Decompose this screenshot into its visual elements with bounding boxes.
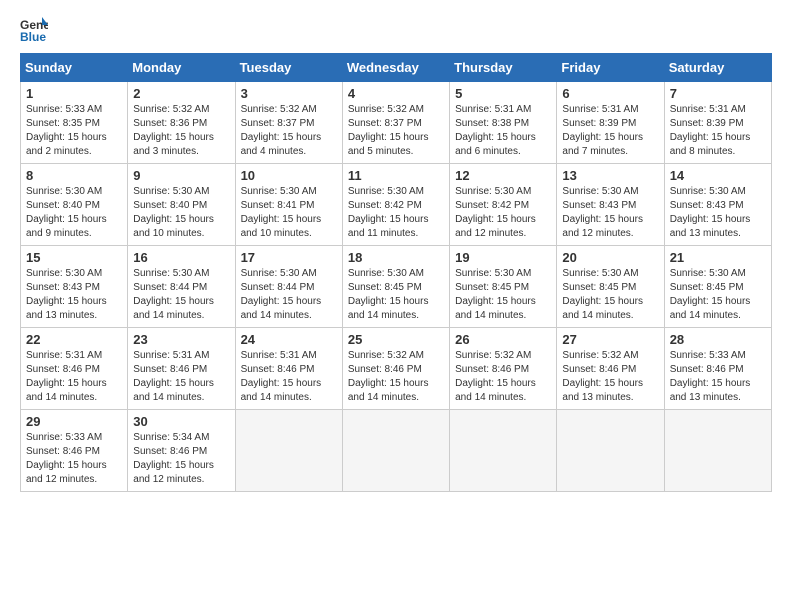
week-row-4: 29Sunrise: 5:33 AMSunset: 8:46 PMDayligh…	[21, 410, 772, 492]
logo-icon: General Blue	[20, 15, 48, 43]
table-row: 16Sunrise: 5:30 AMSunset: 8:44 PMDayligh…	[128, 246, 235, 328]
table-row: 18Sunrise: 5:30 AMSunset: 8:45 PMDayligh…	[342, 246, 449, 328]
table-row: 26Sunrise: 5:32 AMSunset: 8:46 PMDayligh…	[450, 328, 557, 410]
table-row: 23Sunrise: 5:31 AMSunset: 8:46 PMDayligh…	[128, 328, 235, 410]
table-row: 13Sunrise: 5:30 AMSunset: 8:43 PMDayligh…	[557, 164, 664, 246]
table-row: 4Sunrise: 5:32 AMSunset: 8:37 PMDaylight…	[342, 82, 449, 164]
table-row	[664, 410, 771, 492]
svg-text:Blue: Blue	[20, 30, 46, 43]
table-row: 3Sunrise: 5:32 AMSunset: 8:37 PMDaylight…	[235, 82, 342, 164]
table-row: 11Sunrise: 5:30 AMSunset: 8:42 PMDayligh…	[342, 164, 449, 246]
calendar-table: Sunday Monday Tuesday Wednesday Thursday…	[20, 53, 772, 492]
col-monday: Monday	[128, 54, 235, 82]
table-row	[235, 410, 342, 492]
table-row: 14Sunrise: 5:30 AMSunset: 8:43 PMDayligh…	[664, 164, 771, 246]
col-saturday: Saturday	[664, 54, 771, 82]
table-row: 27Sunrise: 5:32 AMSunset: 8:46 PMDayligh…	[557, 328, 664, 410]
table-row: 21Sunrise: 5:30 AMSunset: 8:45 PMDayligh…	[664, 246, 771, 328]
col-wednesday: Wednesday	[342, 54, 449, 82]
table-row: 30Sunrise: 5:34 AMSunset: 8:46 PMDayligh…	[128, 410, 235, 492]
table-row	[557, 410, 664, 492]
table-row: 8Sunrise: 5:30 AMSunset: 8:40 PMDaylight…	[21, 164, 128, 246]
table-row: 7Sunrise: 5:31 AMSunset: 8:39 PMDaylight…	[664, 82, 771, 164]
table-row: 29Sunrise: 5:33 AMSunset: 8:46 PMDayligh…	[21, 410, 128, 492]
week-row-1: 8Sunrise: 5:30 AMSunset: 8:40 PMDaylight…	[21, 164, 772, 246]
table-row: 2Sunrise: 5:32 AMSunset: 8:36 PMDaylight…	[128, 82, 235, 164]
table-row: 12Sunrise: 5:30 AMSunset: 8:42 PMDayligh…	[450, 164, 557, 246]
table-row	[342, 410, 449, 492]
table-row: 19Sunrise: 5:30 AMSunset: 8:45 PMDayligh…	[450, 246, 557, 328]
table-row: 5Sunrise: 5:31 AMSunset: 8:38 PMDaylight…	[450, 82, 557, 164]
col-thursday: Thursday	[450, 54, 557, 82]
table-row: 17Sunrise: 5:30 AMSunset: 8:44 PMDayligh…	[235, 246, 342, 328]
table-row: 10Sunrise: 5:30 AMSunset: 8:41 PMDayligh…	[235, 164, 342, 246]
table-row: 20Sunrise: 5:30 AMSunset: 8:45 PMDayligh…	[557, 246, 664, 328]
week-row-0: 1Sunrise: 5:33 AMSunset: 8:35 PMDaylight…	[21, 82, 772, 164]
table-row: 28Sunrise: 5:33 AMSunset: 8:46 PMDayligh…	[664, 328, 771, 410]
header: General Blue	[20, 15, 772, 43]
col-sunday: Sunday	[21, 54, 128, 82]
table-row: 1Sunrise: 5:33 AMSunset: 8:35 PMDaylight…	[21, 82, 128, 164]
col-friday: Friday	[557, 54, 664, 82]
table-row: 22Sunrise: 5:31 AMSunset: 8:46 PMDayligh…	[21, 328, 128, 410]
table-row	[450, 410, 557, 492]
header-row: Sunday Monday Tuesday Wednesday Thursday…	[21, 54, 772, 82]
week-row-2: 15Sunrise: 5:30 AMSunset: 8:43 PMDayligh…	[21, 246, 772, 328]
table-row: 9Sunrise: 5:30 AMSunset: 8:40 PMDaylight…	[128, 164, 235, 246]
table-row: 24Sunrise: 5:31 AMSunset: 8:46 PMDayligh…	[235, 328, 342, 410]
table-row: 25Sunrise: 5:32 AMSunset: 8:46 PMDayligh…	[342, 328, 449, 410]
week-row-3: 22Sunrise: 5:31 AMSunset: 8:46 PMDayligh…	[21, 328, 772, 410]
table-row: 15Sunrise: 5:30 AMSunset: 8:43 PMDayligh…	[21, 246, 128, 328]
logo: General Blue	[20, 15, 52, 43]
table-row: 6Sunrise: 5:31 AMSunset: 8:39 PMDaylight…	[557, 82, 664, 164]
col-tuesday: Tuesday	[235, 54, 342, 82]
